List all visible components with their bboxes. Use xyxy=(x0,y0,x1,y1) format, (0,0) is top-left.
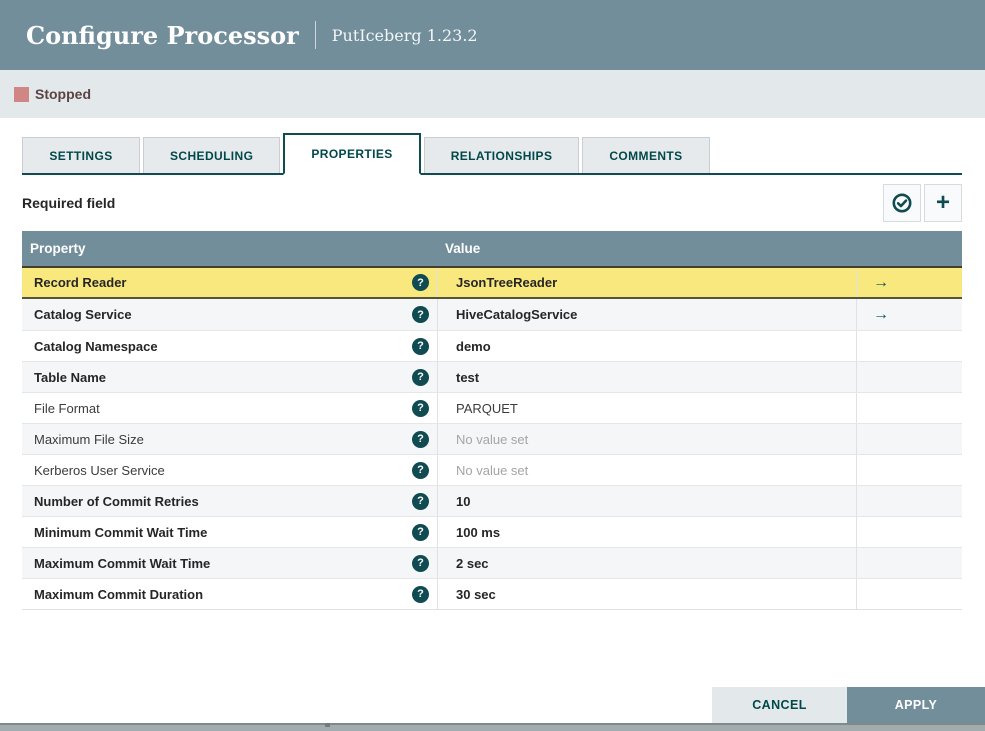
status-label: Stopped xyxy=(35,86,91,102)
properties-table: Property Value Record Reader ? JsonTreeR… xyxy=(22,231,962,610)
stopped-square-icon xyxy=(14,86,29,102)
cancel-button[interactable]: CANCEL xyxy=(712,687,847,723)
dialog-title: Configure Processor xyxy=(26,20,299,50)
property-row[interactable]: Catalog Service ? HiveCatalogService → xyxy=(22,299,962,330)
property-name: Minimum Commit Wait Time xyxy=(34,524,208,540)
apply-button[interactable]: APPLY xyxy=(847,687,985,723)
property-name: File Format xyxy=(34,400,100,416)
property-name: Maximum File Size xyxy=(34,431,144,447)
property-row[interactable]: Kerberos User Service ? No value set xyxy=(22,454,962,485)
property-value: PARQUET xyxy=(456,400,518,416)
configure-processor-dialog: Configure Processor PutIceberg 1.23.2 St… xyxy=(0,0,985,731)
add-property-button[interactable]: + xyxy=(924,184,962,222)
tab-relationships[interactable]: RELATIONSHIPS xyxy=(423,137,580,173)
help-icon[interactable]: ? xyxy=(412,274,429,291)
tab-settings[interactable]: SETTINGS xyxy=(22,137,140,173)
property-row[interactable]: Maximum Commit Wait Time ? 2 sec xyxy=(22,547,962,578)
help-icon[interactable]: ? xyxy=(412,523,429,541)
toolbar-buttons: + xyxy=(883,184,962,222)
property-value: 30 sec xyxy=(456,586,496,602)
property-name: Kerberos User Service xyxy=(34,462,165,478)
required-field-label: Required field xyxy=(22,195,116,211)
help-icon[interactable]: ? xyxy=(412,492,429,510)
help-icon[interactable]: ? xyxy=(412,337,429,355)
plus-icon: + xyxy=(935,189,950,216)
property-row[interactable]: Record Reader ? JsonTreeReader → xyxy=(22,266,962,299)
dialog-content: SETTINGS SCHEDULING PROPERTIES RELATIONS… xyxy=(0,118,985,610)
processor-status-bar: Stopped xyxy=(0,70,985,118)
property-name: Number of Commit Retries xyxy=(34,493,199,509)
dialog-header: Configure Processor PutIceberg 1.23.2 xyxy=(0,0,985,70)
property-row[interactable]: Number of Commit Retries ? 10 xyxy=(22,485,962,516)
property-value: 100 ms xyxy=(456,524,501,540)
property-row[interactable]: File Format ? PARQUET xyxy=(22,392,962,423)
property-value: test xyxy=(456,369,480,385)
processor-type-version: PutIceberg 1.23.2 xyxy=(331,25,478,45)
tab-comments[interactable]: COMMENTS xyxy=(582,137,710,173)
property-value: No value set xyxy=(456,431,529,447)
tab-bar: SETTINGS SCHEDULING PROPERTIES RELATIONS… xyxy=(22,133,962,175)
dialog-footer: CANCEL APPLY xyxy=(712,687,985,723)
property-name: Catalog Service xyxy=(34,307,132,322)
verify-properties-button[interactable] xyxy=(883,184,921,222)
canvas-tick xyxy=(325,723,330,727)
property-row[interactable]: Catalog Namespace ? demo xyxy=(22,330,962,361)
canvas-edge xyxy=(0,723,985,731)
properties-toolbar: Required field + xyxy=(22,175,962,231)
property-value: HiveCatalogService xyxy=(456,307,578,322)
property-name: Maximum Commit Duration xyxy=(34,586,204,602)
help-icon[interactable]: ? xyxy=(412,399,429,417)
table-header-row: Property Value xyxy=(22,231,962,266)
property-name: Table Name xyxy=(34,369,107,385)
help-icon[interactable]: ? xyxy=(412,368,429,386)
column-header-property: Property xyxy=(30,241,86,256)
property-name: Catalog Namespace xyxy=(34,338,158,354)
help-icon[interactable]: ? xyxy=(412,306,429,323)
help-icon[interactable]: ? xyxy=(412,554,429,572)
properties-table-body: Record Reader ? JsonTreeReader → Catalog… xyxy=(22,266,962,609)
help-icon[interactable]: ? xyxy=(412,585,429,603)
property-name: Maximum Commit Wait Time xyxy=(34,555,211,571)
property-row[interactable]: Maximum File Size ? No value set xyxy=(22,423,962,454)
property-value: 2 sec xyxy=(456,555,489,571)
check-circle-icon xyxy=(891,192,913,214)
column-header-value: Value xyxy=(445,241,481,256)
property-name: Record Reader xyxy=(34,275,127,290)
property-row[interactable]: Table Name ? test xyxy=(22,361,962,392)
property-row[interactable]: Minimum Commit Wait Time ? 100 ms xyxy=(22,516,962,547)
help-icon[interactable]: ? xyxy=(412,430,429,448)
go-to-service-icon[interactable]: → xyxy=(873,306,889,324)
property-value: 10 xyxy=(456,493,471,509)
property-value: No value set xyxy=(456,462,529,478)
tab-properties[interactable]: PROPERTIES xyxy=(283,133,421,175)
property-value: demo xyxy=(456,338,491,354)
property-value: JsonTreeReader xyxy=(456,275,558,290)
title-separator xyxy=(314,21,316,49)
help-icon[interactable]: ? xyxy=(412,461,429,479)
go-to-service-icon[interactable]: → xyxy=(873,274,889,292)
tab-scheduling[interactable]: SCHEDULING xyxy=(143,137,281,173)
property-row[interactable]: Maximum Commit Duration ? 30 sec xyxy=(22,578,962,609)
